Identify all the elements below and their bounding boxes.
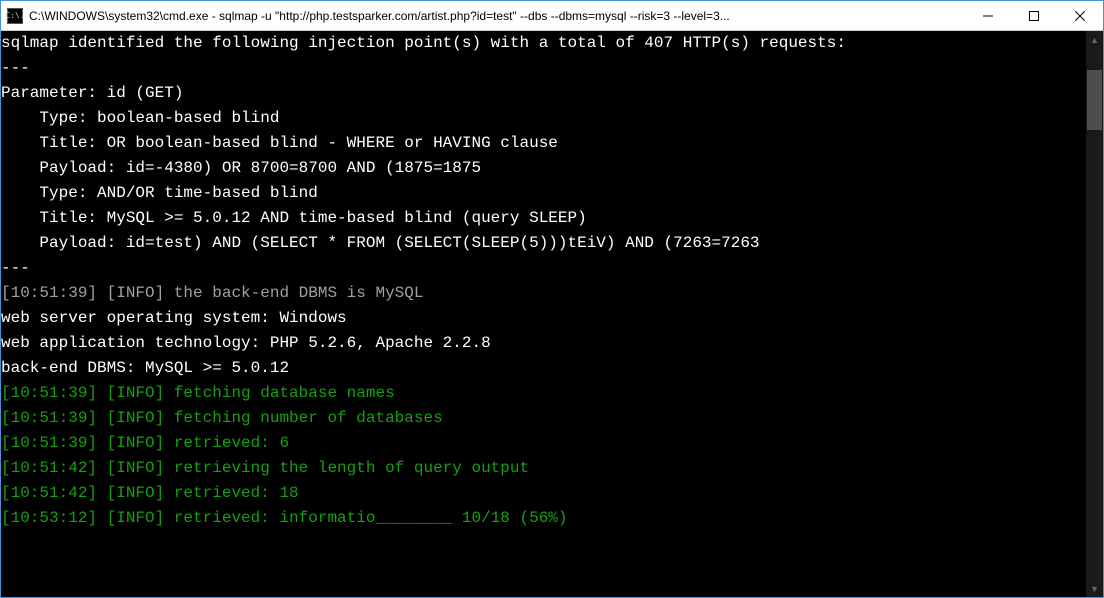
terminal-line: --- — [1, 256, 1086, 281]
terminal-line: Title: MySQL >= 5.0.12 AND time-based bl… — [1, 206, 1086, 231]
terminal-line: Payload: id=-4380) OR 8700=8700 AND (187… — [1, 156, 1086, 181]
terminal-line: [10:53:12] [INFO] retrieved: informatio_… — [1, 506, 1086, 531]
terminal-line: web server operating system: Windows — [1, 306, 1086, 331]
scroll-track[interactable] — [1086, 48, 1103, 580]
window-titlebar: C:\. C:\WINDOWS\system32\cmd.exe - sqlma… — [1, 1, 1103, 31]
window-title: C:\WINDOWS\system32\cmd.exe - sqlmap -u … — [29, 9, 965, 23]
scroll-up-button[interactable]: ▲ — [1086, 31, 1103, 48]
terminal-line: [10:51:39] [INFO] fetching number of dat… — [1, 406, 1086, 431]
cmd-icon: C:\. — [7, 8, 23, 24]
scroll-down-button[interactable]: ▼ — [1086, 580, 1103, 597]
terminal-area[interactable]: sqlmap identified the following injectio… — [1, 31, 1103, 597]
terminal-line: Type: AND/OR time-based blind — [1, 181, 1086, 206]
terminal-line: back-end DBMS: MySQL >= 5.0.12 — [1, 356, 1086, 381]
maximize-button[interactable] — [1011, 1, 1057, 30]
vertical-scrollbar[interactable]: ▲ ▼ — [1086, 31, 1103, 597]
terminal-line: sqlmap identified the following injectio… — [1, 31, 1086, 56]
terminal-output[interactable]: sqlmap identified the following injectio… — [1, 31, 1086, 597]
terminal-line: [10:51:39] [INFO] fetching database name… — [1, 381, 1086, 406]
terminal-line: [10:51:42] [INFO] retrieving the length … — [1, 456, 1086, 481]
minimize-button[interactable] — [965, 1, 1011, 30]
terminal-line: Parameter: id (GET) — [1, 81, 1086, 106]
terminal-line: [10:51:42] [INFO] retrieved: 18 — [1, 481, 1086, 506]
terminal-line: --- — [1, 56, 1086, 81]
window-controls — [965, 1, 1103, 30]
terminal-line: [10:51:39] [INFO] retrieved: 6 — [1, 431, 1086, 456]
terminal-line: web application technology: PHP 5.2.6, A… — [1, 331, 1086, 356]
close-button[interactable] — [1057, 1, 1103, 30]
terminal-line: Payload: id=test) AND (SELECT * FROM (SE… — [1, 231, 1086, 256]
terminal-line: [10:51:39] [INFO] the back-end DBMS is M… — [1, 281, 1086, 306]
terminal-line: Title: OR boolean-based blind - WHERE or… — [1, 131, 1086, 156]
scroll-thumb[interactable] — [1087, 70, 1102, 130]
terminal-line: Type: boolean-based blind — [1, 106, 1086, 131]
